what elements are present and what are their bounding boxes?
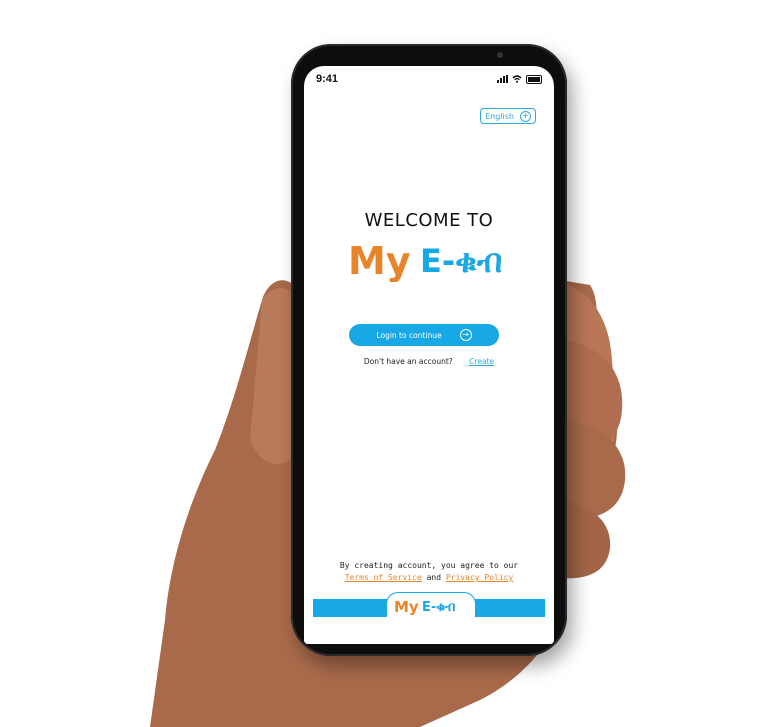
footer-logo-eqb: E-ቁብ (422, 600, 455, 615)
phone-screen: 9:41 English + WELCOME TO My E-ቁብ Login … (304, 66, 554, 644)
status-time: 9:41 (316, 73, 339, 85)
status-icons (497, 74, 542, 84)
phone-frame: 9:41 English + WELCOME TO My E-ቁብ Login … (291, 44, 567, 656)
screen-bottom (304, 617, 554, 644)
welcome-title: WELCOME TO (364, 210, 494, 231)
logo-my-text: My (348, 239, 411, 282)
terms-link[interactable]: Terms of Service (345, 573, 422, 582)
footer-logo: My E-ቁብ (394, 598, 455, 616)
privacy-link[interactable]: Privacy Policy (446, 573, 513, 582)
status-bar: 9:41 (304, 66, 554, 92)
wifi-icon (512, 75, 522, 83)
footer-logo-my: My (394, 598, 419, 616)
create-account-link[interactable]: Create (469, 357, 494, 366)
login-button[interactable]: Login to continue → (349, 324, 499, 346)
agreement-line: By creating account, you agree to our (339, 561, 519, 570)
app-logo: My E-ቁብ (348, 239, 502, 282)
chevron-down-icon: + (520, 110, 531, 122)
language-selector[interactable]: English + (480, 108, 536, 124)
battery-icon (526, 74, 542, 84)
logo-eqb-text: E-ቁብ (420, 242, 502, 280)
language-label: English (485, 111, 514, 121)
agreement-text: By creating account, you agree to our Te… (304, 560, 554, 584)
account-prompt: Don't have an account? (363, 357, 453, 366)
camera-dot (497, 52, 503, 58)
login-label: Login to continue (376, 330, 442, 340)
account-row: Don't have an account? Create (304, 357, 554, 366)
arrow-right-icon: → (459, 329, 472, 341)
signal-icon (497, 75, 508, 83)
and-text: and (426, 573, 442, 582)
